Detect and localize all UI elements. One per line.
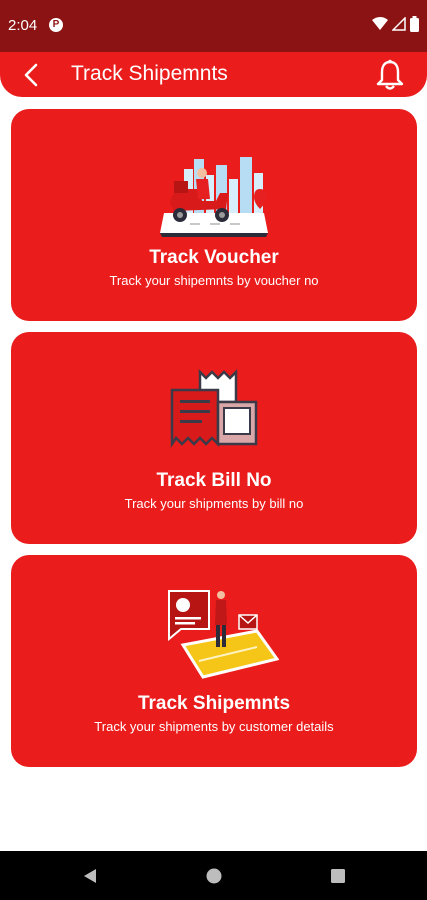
card-title: Track Shipemnts: [137, 693, 291, 714]
app-bar: Track Shipemnts: [0, 52, 427, 97]
track-bill-no-card[interactable]: Track Bill No Track your shipments by bi…: [11, 332, 417, 544]
status-time: 2:04: [8, 17, 38, 34]
card-title: Track Voucher: [149, 247, 279, 268]
scooter-delivery-icon: [160, 157, 268, 237]
back-arrow-icon: [24, 63, 38, 87]
status-bar: 2:04 P: [0, 0, 427, 52]
bill-receipt-icon: [170, 368, 258, 449]
track-shipments-card[interactable]: Track Shipemnts Track your shipments by …: [11, 555, 417, 767]
status-icons: [372, 16, 419, 32]
notification-button[interactable]: [375, 59, 405, 91]
battery-icon: [410, 16, 419, 32]
card-title: Track Bill No: [156, 470, 272, 491]
wifi-icon: [372, 17, 388, 30]
nav-home-icon[interactable]: [205, 867, 223, 885]
system-nav-bar: [0, 851, 427, 900]
nav-recents-icon[interactable]: [329, 867, 347, 885]
card-subtitle: Track your shipemnts by voucher no: [109, 273, 319, 288]
nav-back-icon[interactable]: [81, 867, 99, 885]
signal-icon: [392, 17, 406, 31]
page-title: Track Shipemnts: [71, 62, 228, 85]
card-subtitle: Track your shipments by customer details: [94, 719, 334, 734]
track-voucher-card[interactable]: Track Voucher Track your shipemnts by vo…: [11, 109, 417, 321]
back-button[interactable]: [18, 60, 48, 90]
card-subtitle: Track your shipments by bill no: [124, 496, 304, 511]
map-phone-icon: [168, 590, 279, 679]
app-notification-icon: P: [49, 18, 63, 32]
bell-icon: [376, 59, 404, 90]
